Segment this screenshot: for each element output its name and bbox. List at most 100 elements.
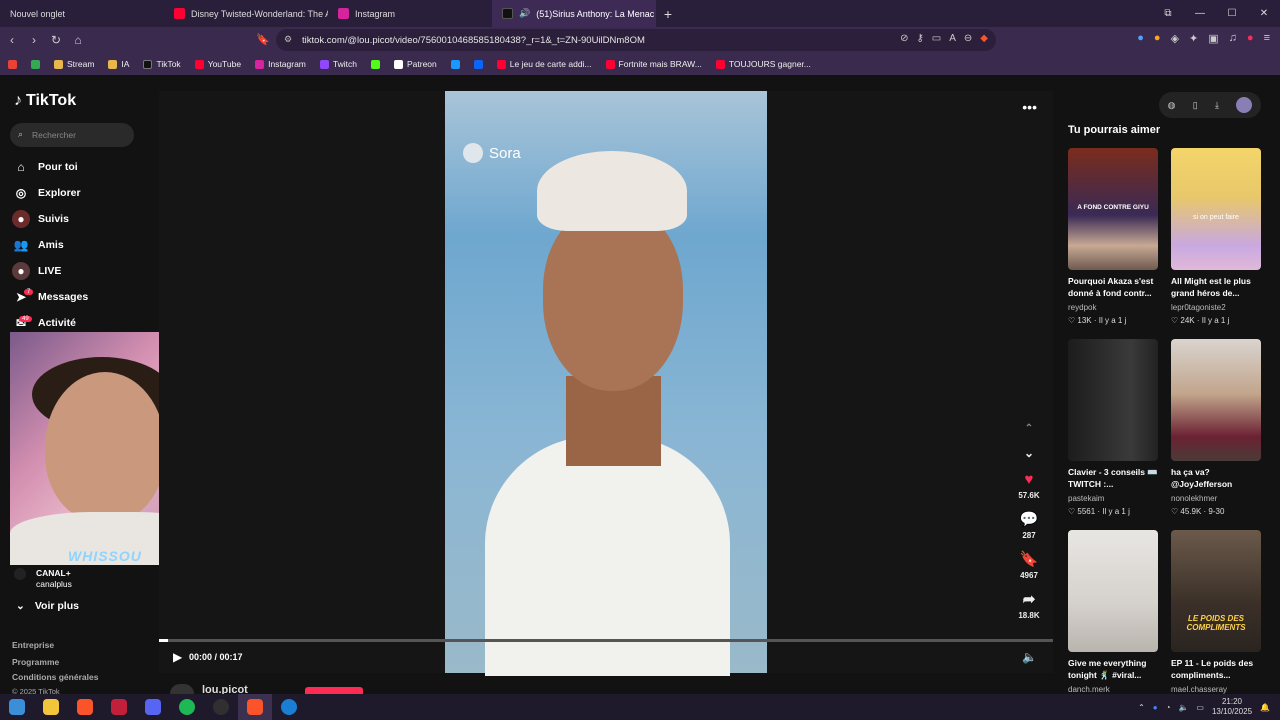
kick-bookmark[interactable]	[370, 59, 380, 69]
close-window-button[interactable]: ✕	[1248, 8, 1280, 19]
drive-bookmark[interactable]	[31, 59, 40, 69]
prime-bookmark[interactable]	[450, 59, 460, 69]
next-video-icon[interactable]: ⌄	[1011, 446, 1047, 460]
extensions-icon[interactable]: ⧉	[1152, 8, 1184, 19]
bookmark-icon[interactable]: 🔖	[256, 33, 270, 46]
tab-disney[interactable]: Disney Twisted-Wonderland: The Ani	[164, 0, 328, 27]
sidebar-item-explorer[interactable]: ◎ Explorer	[12, 184, 81, 202]
search-input[interactable]: ⌕ Rechercher	[10, 123, 134, 147]
url-field[interactable]: ⚙ tiktok.com/@lou.picot/video/7560010468…	[276, 29, 996, 51]
tab-tiktok[interactable]: 🔊(51)Sirius Anthony: La Menac✕	[492, 0, 656, 27]
bookmark-label: Stream	[67, 59, 95, 69]
music-icon[interactable]: ♫	[1229, 32, 1237, 45]
like-button[interactable]: ♥ 57.6K	[1011, 471, 1047, 500]
taskbar-app[interactable]	[136, 694, 170, 720]
footer-link-entreprise[interactable]: Entreprise	[12, 640, 54, 650]
tiktok-logo[interactable]: ♪ TikTok	[14, 92, 76, 110]
bookmark-tiktok[interactable]: TikTok	[143, 59, 181, 69]
taskbar-explorer[interactable]	[34, 694, 68, 720]
forward-icon[interactable]: ›	[24, 33, 44, 47]
chrome-icon[interactable]: ●	[1153, 703, 1158, 712]
rec-card[interactable]: A FOND CONTRE GIYU Pourquoi Akaza s'est …	[1068, 148, 1160, 325]
rec-card[interactable]: Give me everything tonight 🕺 #viral... d…	[1068, 530, 1160, 694]
chevron-up-icon[interactable]: ⌃	[1138, 703, 1145, 712]
volume-icon[interactable]: 🔈	[1022, 650, 1037, 664]
rec-card[interactable]: ha ça va? @JoyJefferson nonolekhmer ♡ 45…	[1171, 339, 1263, 516]
video-progress-bar[interactable]	[159, 639, 1053, 642]
gmail-bookmark[interactable]	[8, 59, 17, 69]
bookmark-jeu-carte[interactable]: Le jeu de carte addi...	[496, 59, 592, 69]
tab-instagram[interactable]: Instagram	[328, 0, 492, 27]
back-icon[interactable]: ‹	[2, 33, 22, 47]
new-tab-button[interactable]: +	[656, 6, 680, 22]
download-icon[interactable]: ⤓	[1215, 100, 1219, 111]
rec-likes: 24K	[1180, 316, 1195, 325]
bookmark-fortnite[interactable]: Fortnite mais BRAW...	[605, 59, 702, 69]
video-frame[interactable]: Sora	[445, 91, 767, 676]
bookmark-instagram[interactable]: Instagram	[255, 59, 306, 69]
bookmark-youtube[interactable]: YouTube	[194, 59, 241, 69]
maximize-button[interactable]: ☐	[1216, 8, 1248, 19]
cast-icon[interactable]: ▭	[932, 33, 941, 44]
notification-icon[interactable]: 🔔	[1260, 703, 1270, 712]
taskbar-brave[interactable]	[68, 694, 102, 720]
wallet-icon[interactable]: ▣	[1208, 32, 1218, 45]
footer-link-programme[interactable]: Programme	[12, 657, 59, 667]
speaker-icon[interactable]: 🔈	[1178, 703, 1188, 712]
rewards-icon[interactable]: ◈	[1171, 32, 1179, 45]
no-camera-icon[interactable]: ⊘	[900, 33, 908, 44]
zoom-icon[interactable]: ⊖	[964, 33, 972, 44]
phone-icon[interactable]: ▯	[1193, 100, 1198, 111]
battery-icon[interactable]: ▭	[1196, 703, 1204, 712]
sidebar-item-live[interactable]: ● LIVE	[12, 262, 61, 280]
taskbar-obs[interactable]	[204, 694, 238, 720]
rec-card[interactable]: LE POIDS DES COMPLIMENTS EP 11 - Le poid…	[1171, 530, 1263, 694]
bookmark-toujours[interactable]: TOUJOURS gagner...	[715, 59, 811, 69]
comment-button[interactable]: 💬 287	[1011, 510, 1047, 540]
minimize-button[interactable]: —	[1184, 8, 1216, 19]
sidebar-item-suivis[interactable]: ● Suivis	[12, 210, 69, 228]
author-avatar[interactable]	[170, 684, 194, 694]
rec-card[interactable]: Clavier - 3 conseils ⌨️ TWITCH :... past…	[1068, 339, 1160, 516]
extension-icon[interactable]: ●	[1154, 32, 1161, 45]
profile-icon[interactable]: ●	[1247, 32, 1254, 45]
tab-new[interactable]: Nouvel onglet	[0, 0, 164, 27]
followed-account-canalplus[interactable]: CANAL+ canalplus	[14, 568, 72, 590]
sidebar-item-amis[interactable]: 👥 Amis	[12, 236, 64, 254]
translate-icon[interactable]: A	[949, 33, 956, 44]
video-player[interactable]: Sora ••• ⌃ ⌄ ♥ 57.6K 💬 287 🔖 4967 ➦ 18.8K ▶ …	[159, 91, 1053, 676]
drive-icon	[31, 59, 40, 69]
taskbar-voicemod[interactable]	[102, 694, 136, 720]
coin-icon[interactable]: ◍	[1168, 100, 1176, 111]
menu-icon[interactable]: ≡	[1264, 32, 1270, 45]
play-icon[interactable]: ▶	[173, 650, 182, 664]
taskbar-spotify[interactable]	[170, 694, 204, 720]
site-info-icon[interactable]: ⚙	[284, 34, 292, 45]
bookmark-stream[interactable]: Stream	[54, 59, 94, 69]
start-button[interactable]	[0, 694, 34, 720]
vpn-icon[interactable]: ●	[1137, 32, 1144, 45]
taskbar-brave-active[interactable]	[238, 694, 272, 720]
taskbar-app2[interactable]	[272, 694, 306, 720]
live-icon: ●	[12, 262, 30, 280]
key-icon[interactable]: ⚷	[916, 33, 923, 44]
clock[interactable]: 21:20 13/10/2025	[1212, 697, 1252, 717]
save-button[interactable]: 🔖 4967	[1011, 550, 1047, 580]
rec-card[interactable]: si on peut faire All Might est le plus g…	[1171, 148, 1263, 325]
more-options-icon[interactable]: •••	[1022, 99, 1037, 115]
wifi-icon[interactable]: ◔	[1166, 703, 1171, 712]
meta-bookmark[interactable]	[473, 59, 483, 69]
bookmark-patreon[interactable]: Patreon	[393, 59, 437, 69]
bookmark-twitch[interactable]: Twitch	[319, 59, 357, 69]
brave-shield-icon[interactable]: ◆	[980, 33, 988, 44]
sidebar-item-pour-toi[interactable]: ⌂ Pour toi	[12, 158, 77, 176]
puzzle-icon[interactable]: ✦	[1189, 32, 1198, 45]
voir-plus-button[interactable]: ⌄ Voir plus	[16, 600, 79, 612]
bookmark-ia[interactable]: IA	[108, 59, 129, 69]
home-icon[interactable]: ⌂	[68, 33, 88, 47]
footer-link-conditions[interactable]: Conditions générales	[12, 672, 98, 682]
previous-video-icon[interactable]: ⌃	[1011, 423, 1047, 434]
reload-icon[interactable]: ↻	[46, 33, 66, 47]
profile-avatar[interactable]	[1236, 97, 1253, 113]
share-button[interactable]: ➦ 18.8K	[1011, 590, 1047, 620]
